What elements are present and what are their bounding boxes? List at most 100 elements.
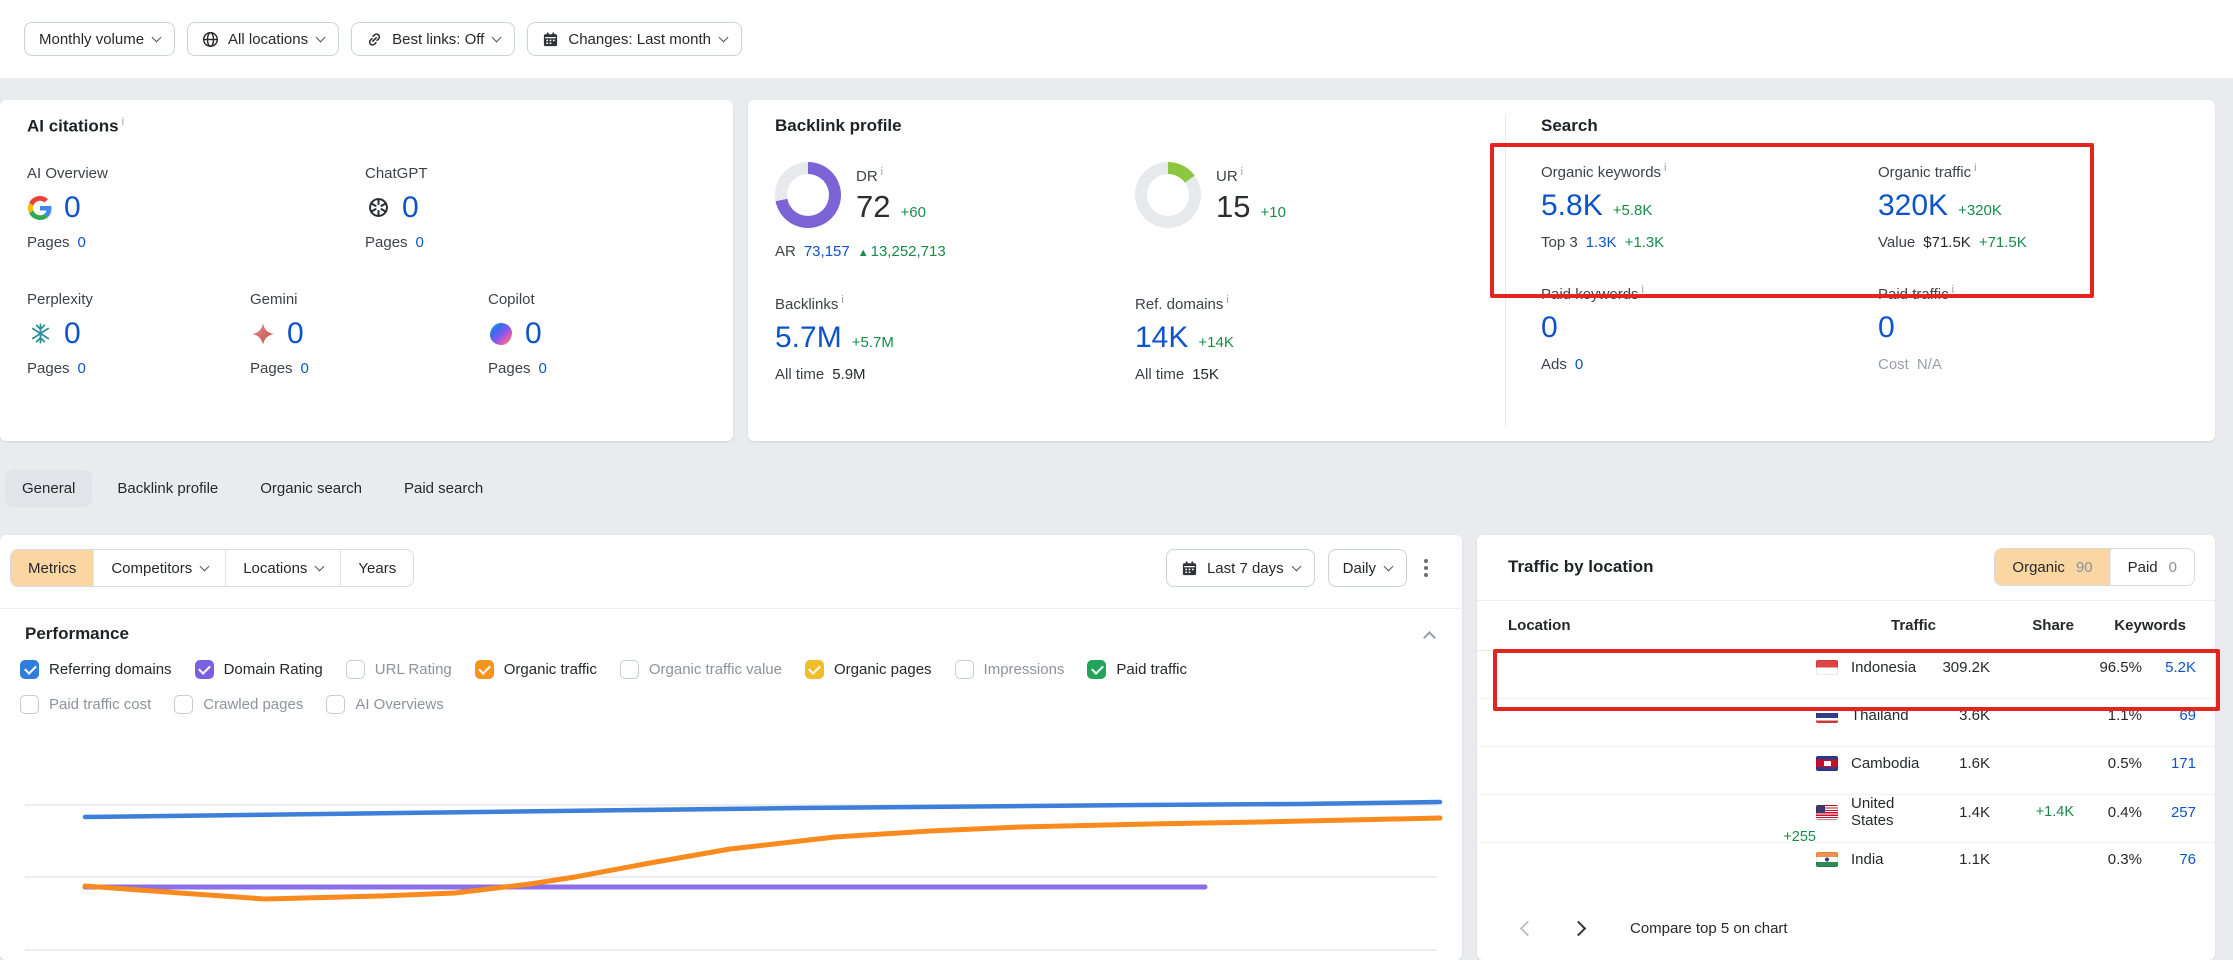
segment-competitors[interactable]: Competitors [93, 550, 225, 586]
paid-keywords-value[interactable]: 0 [1541, 311, 1558, 345]
paid-traffic-value[interactable]: 0 [1878, 311, 1895, 345]
checkbox-icon [326, 695, 345, 714]
toolbar-divider [0, 608, 1462, 609]
segment-years[interactable]: Years [340, 550, 413, 586]
all-locations-button[interactable]: All locations [187, 22, 339, 56]
table-row-cambodia[interactable]: Cambodia 1.6K 0.5% 171 [1477, 747, 2215, 795]
ai-overview-value[interactable]: 0 [64, 191, 81, 225]
compare-top5-link[interactable]: Compare top 5 on chart [1630, 920, 1788, 937]
paid-traffic-label: Paid traffic [1878, 286, 1949, 303]
info-icon[interactable]: i [1241, 166, 1243, 178]
checkbox-impressions[interactable]: Impressions [955, 660, 1065, 679]
calendar-icon [1181, 560, 1198, 577]
checkbox-url-rating[interactable]: URL Rating [346, 660, 452, 679]
checkbox-organic-traffic[interactable]: Organic traffic [475, 660, 597, 679]
gemini-value[interactable]: 0 [287, 317, 304, 351]
column-share[interactable]: Share [1990, 617, 2074, 634]
checkbox-paid-traffic-cost[interactable]: Paid traffic cost [20, 695, 151, 714]
table-row-indonesia[interactable]: Indonesia 309.2K 96.5% 5.2K [1477, 651, 2215, 699]
keywords-link[interactable]: 171 [2142, 755, 2196, 772]
toggle-organic[interactable]: Organic90 [1995, 549, 2109, 585]
copilot-value[interactable]: 0 [525, 317, 542, 351]
info-icon[interactable]: i [1664, 162, 1666, 174]
tab-backlink-profile[interactable]: Backlink profile [100, 470, 235, 507]
chevron-down-icon [719, 33, 729, 43]
dashboard-screen: Monthly volume All locations Best links:… [0, 0, 2233, 960]
collapse-chevron-icon[interactable] [1423, 631, 1436, 644]
ref-domains-metric: Ref. domainsi 14K+14K All time15K [1135, 294, 1495, 383]
google-g-icon [27, 195, 53, 221]
tab-organic-search[interactable]: Organic search [243, 470, 379, 507]
checkbox-ai-overviews[interactable]: AI Overviews [326, 695, 443, 714]
tab-paid-search[interactable]: Paid search [387, 470, 500, 507]
monthly-volume-button[interactable]: Monthly volume [24, 22, 175, 56]
url-rating-metric: URi 15+10 [1135, 162, 1495, 228]
keywords-link[interactable]: 69 [2142, 707, 2196, 724]
perplexity-value[interactable]: 0 [64, 317, 81, 351]
ai-citations-title: AI citationsi [27, 116, 733, 137]
up-triangle-icon: ▲ [858, 247, 869, 259]
tab-general[interactable]: General [5, 470, 92, 507]
location-table-footer: Compare top 5 on chart [1477, 908, 2215, 948]
info-icon[interactable]: i [881, 166, 883, 178]
table-row-united-states[interactable]: United States 1.4K +1.4K 0.4% 257 +255 [1477, 795, 2215, 843]
ar-value[interactable]: 73,157 [804, 243, 850, 260]
table-row-thailand[interactable]: Thailand 3.6K 1.1% 69 [1477, 699, 2215, 747]
checkbox-domain-rating[interactable]: Domain Rating [195, 660, 323, 679]
table-row-india[interactable]: India 1.1K 0.3% 76 [1477, 843, 2215, 891]
pages-value[interactable]: 0 [78, 360, 86, 377]
calendar-icon [542, 31, 559, 48]
organic-keywords-value[interactable]: 5.8K [1541, 189, 1603, 223]
segment-locations[interactable]: Locations [225, 550, 340, 586]
traffic-delta: +1.4K [1990, 804, 2074, 820]
previous-page-arrow[interactable] [1520, 920, 1536, 936]
info-icon[interactable]: i [1642, 284, 1644, 296]
ref-domains-value[interactable]: 14K [1135, 321, 1188, 355]
performance-line-chart[interactable] [0, 760, 1462, 960]
checkbox-icon [20, 695, 39, 714]
checkbox-crawled-pages[interactable]: Crawled pages [174, 695, 303, 714]
checkbox-paid-traffic[interactable]: Paid traffic [1087, 660, 1187, 679]
ads-value[interactable]: 0 [1575, 356, 1583, 373]
backlinks-value[interactable]: 5.7M [775, 321, 842, 355]
checkbox-referring-domains[interactable]: Referring domains [20, 660, 172, 679]
info-icon[interactable]: i [122, 116, 124, 128]
checkbox-organic-pages[interactable]: Organic pages [805, 660, 932, 679]
top3-value[interactable]: 1.3K [1586, 234, 1617, 251]
column-keywords[interactable]: Keywords [2074, 617, 2196, 634]
pages-value[interactable]: 0 [539, 360, 547, 377]
pages-value[interactable]: 0 [416, 234, 424, 251]
info-icon[interactable]: i [1226, 294, 1228, 306]
keywords-link[interactable]: 5.2K [2142, 659, 2196, 676]
pages-value[interactable]: 0 [78, 234, 86, 251]
segment-metrics[interactable]: Metrics [11, 550, 93, 586]
organic-traffic-value[interactable]: 320K [1878, 189, 1948, 223]
checkbox-icon [955, 660, 974, 679]
changes-period-button[interactable]: Changes: Last month [527, 22, 742, 56]
info-icon[interactable]: i [1974, 162, 1976, 174]
chatgpt-value[interactable]: 0 [402, 191, 419, 225]
share-value: 1.1% [2074, 707, 2142, 724]
dr-delta: +60 [900, 204, 925, 221]
info-icon[interactable]: i [841, 294, 843, 306]
column-traffic[interactable]: Traffic [1816, 617, 1936, 634]
next-page-arrow[interactable] [1571, 920, 1587, 936]
checkbox-organic-traffic-value[interactable]: Organic traffic value [620, 660, 782, 679]
date-range-button[interactable]: Last 7 days [1166, 549, 1315, 587]
ads-label: Ads [1541, 356, 1567, 373]
performance-toolbar: Metrics Competitors Locations Years [0, 535, 1462, 587]
info-icon[interactable]: i [1952, 284, 1954, 296]
pages-value[interactable]: 0 [301, 360, 309, 377]
date-range-label: Last 7 days [1207, 560, 1284, 577]
toggle-paid[interactable]: Paid0 [2110, 549, 2194, 585]
keywords-link[interactable]: 76 [2142, 851, 2196, 868]
granularity-button[interactable]: Daily [1328, 549, 1407, 587]
ref-domains-label: Ref. domains [1135, 296, 1223, 313]
dr-value: 72 [856, 189, 890, 225]
cost-value: N/A [1917, 356, 1942, 373]
more-options-button[interactable] [1420, 553, 1432, 583]
column-location[interactable]: Location [1508, 617, 1816, 634]
checkbox-icon [174, 695, 193, 714]
best-links-button[interactable]: Best links: Off [351, 22, 515, 56]
keywords-link[interactable]: 257 [2142, 804, 2196, 821]
